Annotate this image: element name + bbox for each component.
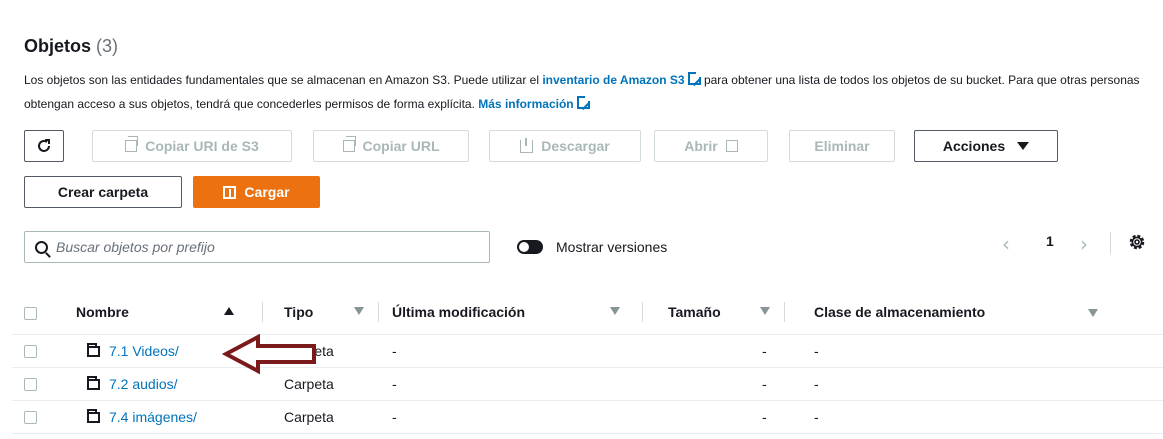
more-info-link[interactable]: Más información [478,97,573,111]
type-cell: Carpeta [284,400,392,434]
row-checkbox[interactable] [24,378,37,392]
sort-descending-icon[interactable] [1088,308,1098,317]
row-select-cell [12,334,76,368]
folder-icon [87,408,100,423]
storage-class-cell: - [814,400,1163,434]
prev-page-icon[interactable]: ‹ [1002,232,1010,256]
page-title: Objetos [24,36,92,56]
table-row[interactable]: 7.2 audios/ Carpeta - - - [12,367,1163,401]
description-text-1: Los objetos son las entidades fundamenta… [24,73,543,87]
select-all-checkbox[interactable] [24,306,37,320]
storage-class-cell: - [814,334,1163,368]
delete-button[interactable]: Eliminar [789,130,895,162]
sort-descending-icon[interactable] [354,307,364,316]
upload-label: Cargar [244,184,290,200]
sort-cell [610,290,668,335]
object-count: (3) [96,36,119,56]
folder-icon [87,375,100,390]
external-link-icon[interactable] [687,71,702,85]
column-divider [262,301,263,322]
show-versions-toggle[interactable] [517,240,543,254]
download-button[interactable]: Descargar [489,130,641,162]
search-icon [35,240,48,254]
open-button[interactable]: Abrir [654,130,768,162]
copy-icon [125,136,139,152]
modified-cell: - [392,400,668,434]
copy-url-label: Copiar URL [362,138,440,154]
object-link[interactable]: 7.1 Videos/ [109,343,179,359]
external-link-icon [725,140,738,152]
table-header-row: Nombre Tipo Última modificación Tamaño C… [12,290,1163,335]
storage-class-cell: - [814,367,1163,401]
download-label: Descargar [541,138,610,154]
row-checkbox[interactable] [24,411,37,425]
search-input[interactable] [56,239,476,255]
header-storage-class[interactable]: Clase de almacenamiento [814,290,1088,335]
pager-divider [1110,232,1111,254]
next-page-icon[interactable]: › [1080,232,1088,256]
column-divider [642,301,643,322]
row-select-cell [12,367,76,401]
header-size[interactable]: Tamaño [668,290,760,335]
row-select-cell [12,400,76,434]
sort-descending-icon[interactable] [610,307,620,316]
sort-cell [224,290,284,335]
object-link[interactable]: 7.2 audios/ [109,376,178,392]
caret-down-icon [1017,142,1030,150]
refresh-icon [38,139,50,152]
create-folder-button[interactable]: Crear carpeta [24,176,182,208]
sort-cell [354,290,392,335]
delete-label: Eliminar [814,138,870,154]
modified-cell: - [392,367,668,401]
size-cell: - [668,367,814,401]
show-versions-label: Mostrar versiones [556,239,668,255]
folder-icon [87,342,100,357]
search-box[interactable] [24,231,490,263]
copy-s3-uri-button[interactable]: Copiar URI de S3 [92,130,292,162]
modified-cell: - [392,334,668,368]
header-type-label: Tipo [284,303,314,320]
sort-descending-icon[interactable] [760,307,770,316]
column-divider [378,301,379,322]
header-name[interactable]: Nombre [76,290,224,335]
object-link[interactable]: 7.4 imágenes/ [109,409,197,425]
size-cell: - [668,400,814,434]
annotation-arrow [222,334,316,375]
header-modified-label: Última modificación [392,303,526,320]
settings-gear-icon[interactable] [1128,233,1146,251]
sort-ascending-icon[interactable] [224,307,234,316]
external-link-icon[interactable] [576,95,591,109]
open-label: Abrir [684,138,718,154]
table-row[interactable]: 7.1 Videos/ Carpeta - - - [12,334,1163,368]
objects-header: Objetos (3) [24,36,118,57]
column-divider [784,301,785,322]
current-page[interactable]: 1 [1046,233,1054,249]
upload-button[interactable]: Cargar [193,176,320,208]
copy-url-button[interactable]: Copiar URL [313,130,469,162]
name-cell: 7.4 imágenes/ [76,400,284,434]
table-row[interactable]: 7.4 imágenes/ Carpeta - - - [12,400,1163,434]
copy-s3-uri-label: Copiar URI de S3 [145,138,259,154]
download-icon [520,137,534,153]
actions-dropdown[interactable]: Acciones [914,130,1058,162]
header-size-label: Tamaño [668,303,721,320]
header-modified[interactable]: Última modificación [392,290,610,335]
upload-icon [223,185,237,199]
header-storage-class-label: Clase de almacenamiento [814,303,986,320]
create-folder-label: Crear carpeta [57,184,149,200]
size-cell: - [668,334,814,368]
header-type[interactable]: Tipo [284,290,354,335]
sort-cell [1088,290,1163,335]
row-checkbox[interactable] [24,345,37,359]
copy-icon [342,136,356,152]
refresh-button[interactable] [24,130,64,162]
sort-cell [760,290,814,335]
actions-label: Acciones [942,138,1006,154]
objects-description: Los objetos son las entidades fundamenta… [24,68,1144,116]
inventory-link[interactable]: inventario de Amazon S3 [542,73,684,87]
objects-table: Nombre Tipo Última modificación Tamaño C… [12,290,1163,434]
select-all-cell [12,290,76,335]
header-name-label: Nombre [76,303,129,320]
